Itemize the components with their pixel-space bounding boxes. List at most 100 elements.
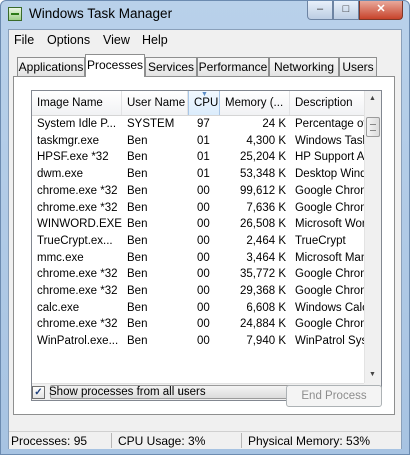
maximize-button[interactable]: □: [333, 1, 359, 20]
menu-help[interactable]: Help: [142, 33, 168, 47]
status-divider: [111, 433, 112, 448]
cell-user-name: Ben: [127, 335, 148, 348]
process-row[interactable]: taskmgr.exe Ben 01 4,300 K Windows Task: [32, 133, 365, 150]
menu-options[interactable]: Options: [47, 33, 90, 47]
cell-user-name: Ben: [127, 168, 148, 181]
tab-strip: Applications Processes Services Performa…: [14, 54, 394, 77]
tab-performance[interactable]: Performance: [197, 57, 269, 76]
cell-image-name: chrome.exe *32: [37, 268, 118, 281]
cell-image-name: chrome.exe *32: [37, 318, 118, 331]
process-row[interactable]: TrueCrypt.ex... Ben 00 2,464 K TrueCrypt: [32, 233, 365, 250]
cell-description: Windows Task: [295, 134, 365, 147]
process-row[interactable]: dwm.exe Ben 01 53,348 K Desktop Wind: [32, 166, 365, 183]
cell-cpu: 01: [197, 151, 210, 164]
window-controls: – □ ✕: [307, 1, 403, 21]
cell-user-name: Ben: [127, 285, 148, 297]
process-row[interactable]: chrome.exe *32 Ben 00 35,772 K Google Chrom: [32, 266, 365, 283]
cell-description: Google Chrom: [295, 184, 365, 197]
menu-bar: File Options View Help: [9, 30, 401, 50]
minimize-button[interactable]: –: [307, 1, 333, 20]
tab-networking[interactable]: Networking: [269, 57, 339, 76]
cell-description: Google Chrom: [295, 268, 365, 281]
cell-memory: 2,464 K: [246, 234, 286, 247]
cell-description: HP Support Ass: [295, 151, 365, 164]
cell-memory: 3,464 K: [246, 251, 286, 264]
cell-cpu: 00: [197, 301, 210, 314]
column-user-name[interactable]: User Name: [122, 91, 188, 115]
cell-memory: 35,772 K: [239, 268, 286, 281]
cell-user-name: Ben: [127, 318, 148, 331]
column-description[interactable]: Description: [290, 91, 365, 115]
cell-memory: 26,508 K: [239, 218, 286, 231]
process-row[interactable]: mmc.exe Ben 00 3,464 K Microsoft Man: [32, 250, 365, 267]
cell-memory: 25,204 K: [239, 151, 286, 164]
cell-cpu: 00: [197, 268, 210, 281]
vertical-scroll-thumb[interactable]: [366, 117, 380, 137]
column-cpu[interactable]: ▼ CPU: [188, 91, 220, 115]
task-manager-window: Windows Task Manager – □ ✕ File Options …: [0, 0, 410, 455]
title-bar[interactable]: Windows Task Manager – □ ✕: [1, 1, 409, 29]
cell-cpu: 01: [197, 134, 210, 147]
menu-file[interactable]: File: [14, 33, 34, 47]
task-manager-app-icon: [8, 7, 22, 21]
tab-applications[interactable]: Applications: [17, 57, 85, 76]
cell-cpu: 01: [197, 168, 210, 181]
process-list[interactable]: Image Name User Name ▼ CPU Memory (... D…: [31, 90, 382, 401]
process-row[interactable]: chrome.exe *32 Ben 00 7,636 K Google Chrom: [32, 200, 365, 217]
cell-memory: 7,636 K: [246, 201, 286, 214]
process-row[interactable]: WinPatrol.exe... Ben 00 7,940 K WinPatrol Sy…: [32, 333, 365, 350]
cell-cpu: 97: [197, 118, 210, 130]
column-header-row: Image Name User Name ▼ CPU Memory (... D…: [32, 91, 365, 116]
cell-image-name: TrueCrypt.ex...: [37, 234, 113, 247]
cell-cpu: 00: [197, 285, 210, 297]
cell-user-name: Ben: [127, 251, 148, 264]
cell-description: Google Chrom: [295, 318, 365, 331]
cell-memory: 6,608 K: [246, 301, 286, 314]
status-process-count: Processes: 95: [11, 434, 88, 448]
scroll-up-arrow-icon[interactable]: ▲: [365, 91, 380, 107]
cell-cpu: 00: [197, 201, 210, 214]
show-all-processes-checkbox[interactable]: ✓: [32, 386, 45, 399]
process-row[interactable]: WINWORD.EXE Ben 00 26,508 K Microsoft Wor: [32, 216, 365, 233]
column-image-name[interactable]: Image Name: [32, 91, 122, 115]
process-row[interactable]: chrome.exe *32 Ben 00 29,368 K Google Chrom: [32, 283, 365, 300]
scroll-down-arrow-icon[interactable]: ▼: [365, 367, 380, 383]
tab-users[interactable]: Users: [339, 57, 377, 76]
tab-services[interactable]: Services: [145, 57, 197, 76]
cell-memory: 53,348 K: [239, 168, 286, 181]
window-client: File Options View Help Applications Proc…: [8, 29, 402, 449]
tab-processes[interactable]: Processes: [85, 54, 145, 77]
status-divider: [241, 433, 242, 448]
cell-image-name: chrome.exe *32: [37, 184, 118, 197]
cell-description: WinPatrol Sys: [295, 335, 365, 348]
cell-description: TrueCrypt: [295, 234, 346, 247]
vertical-scrollbar[interactable]: ▲ ▼: [364, 91, 381, 383]
cell-description: Microsoft Man: [295, 251, 365, 264]
sort-descending-icon: ▼: [201, 91, 208, 98]
process-row[interactable]: calc.exe Ben 00 6,608 K Windows Calc: [32, 300, 365, 317]
cell-cpu: 00: [197, 318, 210, 331]
cell-user-name: Ben: [127, 184, 148, 197]
show-all-processes-label[interactable]: Show processes from all users: [49, 386, 206, 398]
cell-user-name: Ben: [127, 234, 148, 247]
cell-image-name: dwm.exe: [37, 168, 84, 181]
cell-memory: 99,612 K: [239, 184, 286, 197]
cell-description: Percentage of t: [295, 118, 365, 130]
end-process-button[interactable]: End Process: [286, 385, 382, 407]
process-row[interactable]: System Idle P... SYSTEM 97 24 K Percentage o…: [32, 116, 365, 133]
process-row[interactable]: chrome.exe *32 Ben 00 99,612 K Google Chrom: [32, 183, 365, 200]
menu-view[interactable]: View: [103, 33, 130, 47]
close-button[interactable]: ✕: [359, 1, 403, 20]
cell-image-name: WinPatrol.exe...: [37, 335, 119, 348]
cell-user-name: SYSTEM: [127, 118, 175, 130]
cell-memory: 4,300 K: [246, 134, 286, 147]
cell-user-name: Ben: [127, 268, 148, 281]
cell-cpu: 00: [197, 251, 210, 264]
process-row[interactable]: HPSF.exe *32 Ben 01 25,204 K HP Support Ass: [32, 149, 365, 166]
column-memory[interactable]: Memory (...: [220, 91, 290, 115]
cell-description: Google Chrom: [295, 201, 365, 214]
cell-image-name: mmc.exe: [37, 251, 84, 264]
cell-image-name: chrome.exe *32: [37, 285, 118, 297]
process-row[interactable]: chrome.exe *32 Ben 00 24,884 K Google Chrom: [32, 316, 365, 333]
cell-description: Desktop Wind: [295, 168, 365, 181]
